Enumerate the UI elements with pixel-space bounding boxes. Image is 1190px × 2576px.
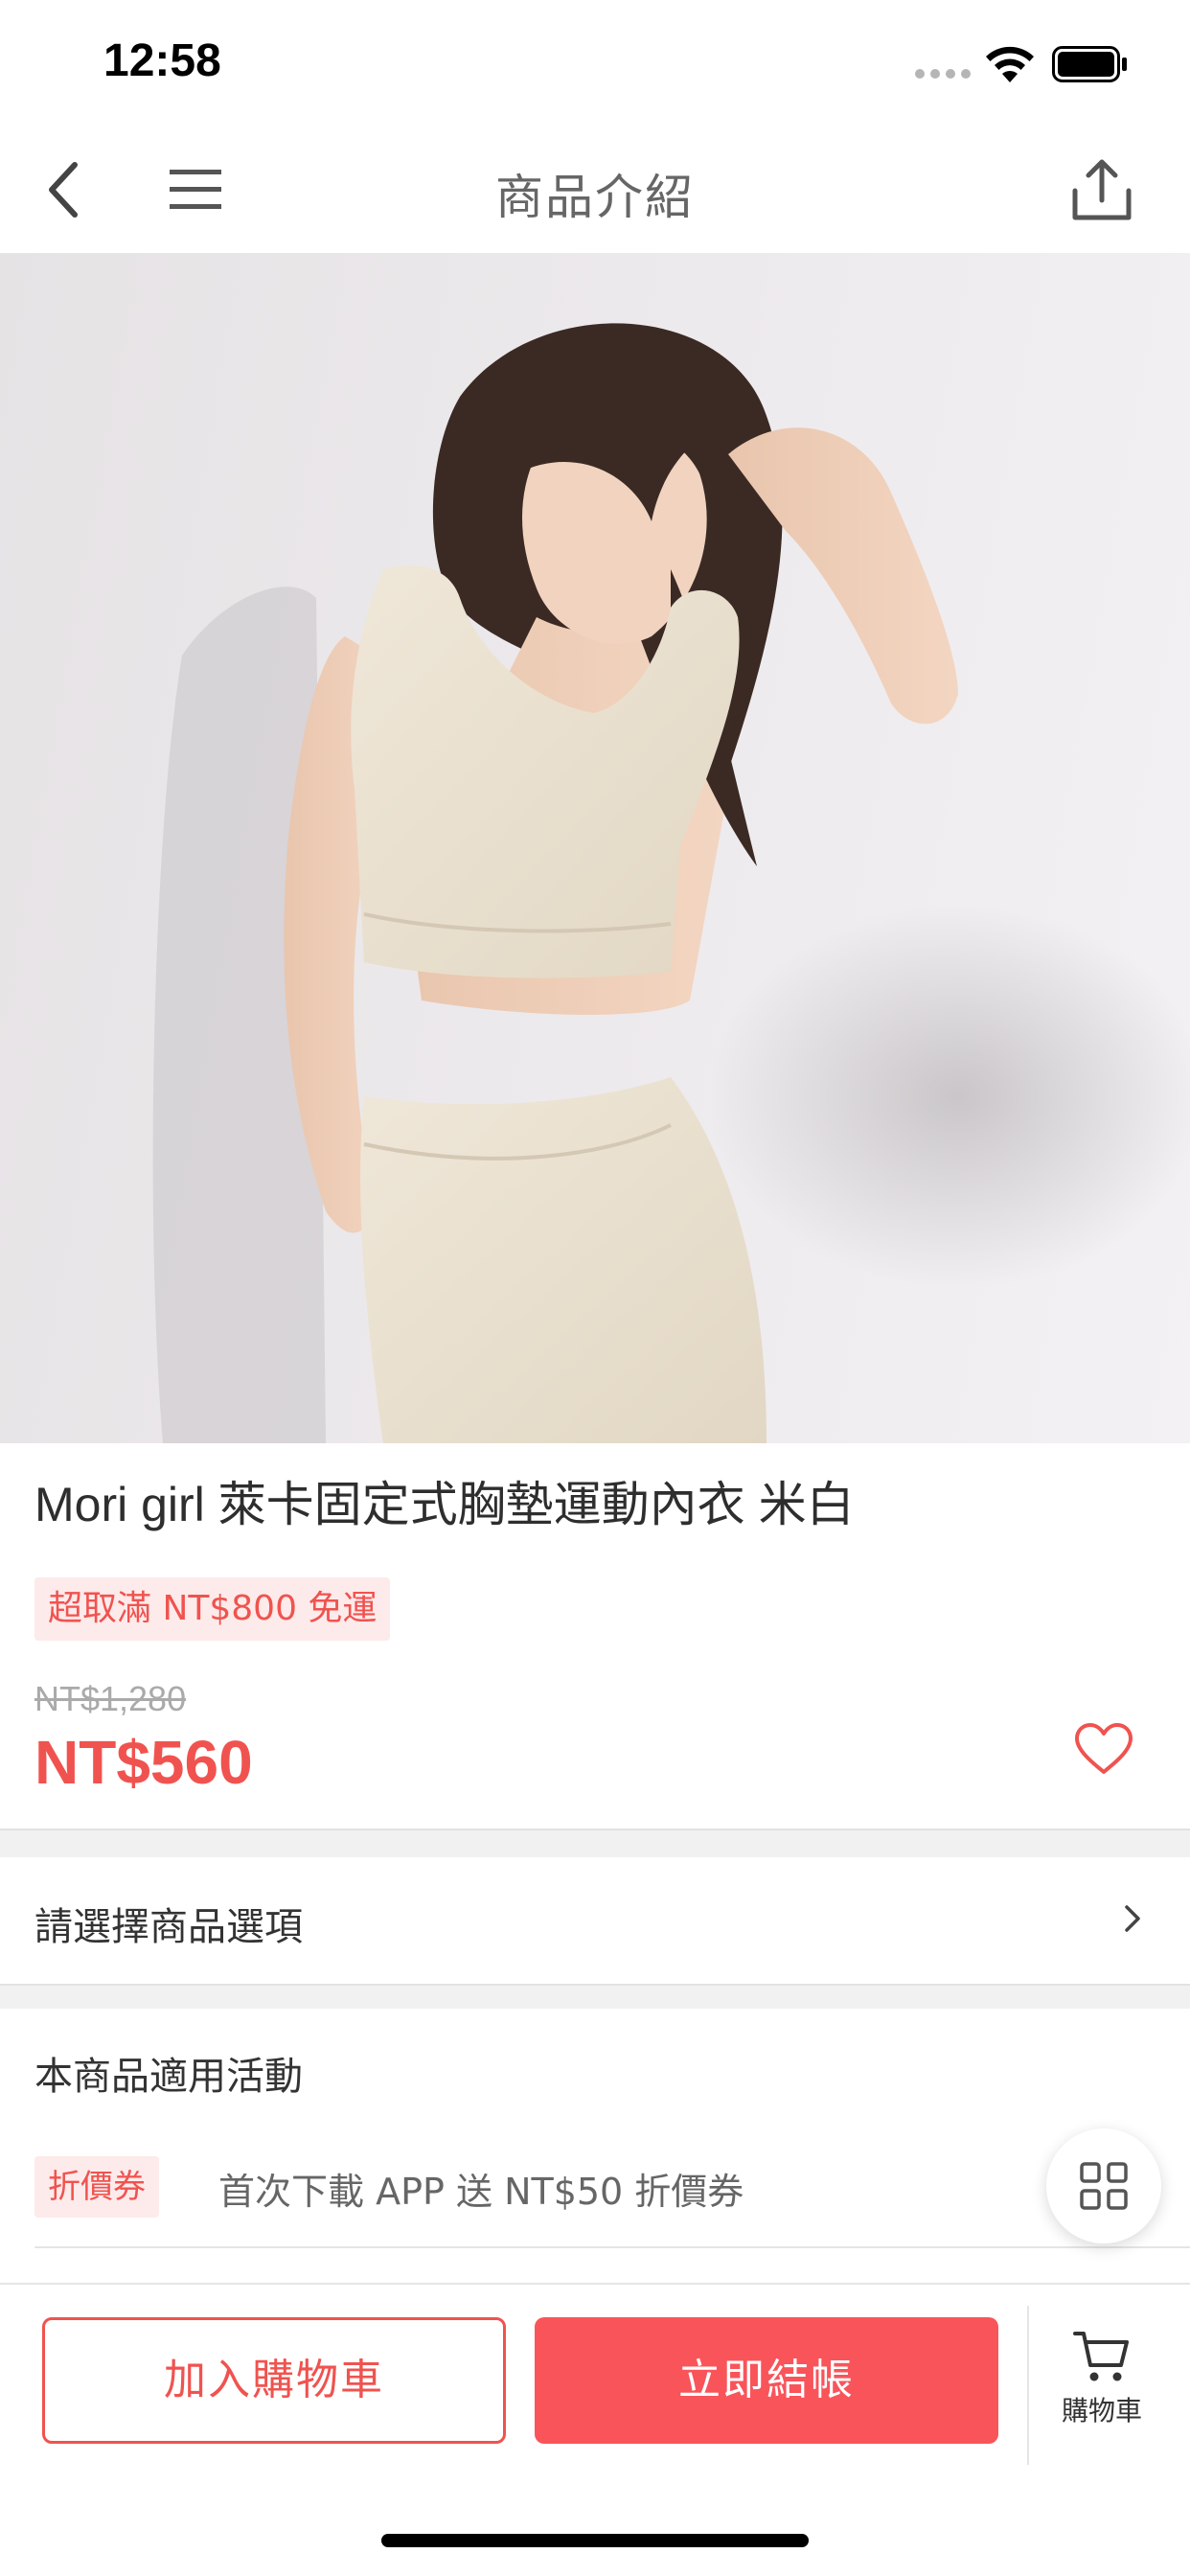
divider: [1027, 2306, 1029, 2465]
section-gap: [0, 1830, 1190, 1857]
chevron-right-icon: [1111, 1898, 1154, 1940]
nav-bar: 商品介紹: [0, 126, 1190, 253]
wishlist-button[interactable]: [1069, 1717, 1138, 1781]
cart-label: 購物車: [1061, 2395, 1142, 2426]
product-page: 12:58 商品介紹 Mori girl 萊卡固定式胸墊運動內衣 米白 超取滿 …: [0, 0, 1190, 2576]
options-label: 請選擇商品選項: [34, 1905, 303, 1949]
bottom-action-bar: 加入購物車 立即結帳 購物車: [0, 2283, 1190, 2576]
status-bar: 12:58: [0, 0, 1190, 126]
product-photo: [152, 323, 1190, 1443]
shipping-badge: 超取滿 NT$800 免運: [34, 1577, 391, 1641]
product-options-row[interactable]: 請選擇商品選項: [0, 1857, 1190, 1984]
coupon-promo-text[interactable]: 首次下載 APP 送 NT$50 折價券: [218, 2162, 744, 2215]
grid-icon: [1080, 2162, 1128, 2210]
cart-button[interactable]: 購物車: [1044, 2329, 1159, 2453]
divider: [34, 2246, 1190, 2248]
original-price: NT$1,280: [34, 1679, 187, 1718]
signal-icon: [915, 69, 971, 79]
wifi-icon: [986, 46, 1034, 82]
sale-price: NT$560: [34, 1728, 253, 1797]
add-to-cart-button[interactable]: 加入購物車: [42, 2317, 506, 2444]
share-button[interactable]: [1065, 151, 1138, 228]
page-title: 商品介紹: [495, 170, 695, 225]
coupon-tag: 折價券: [34, 2156, 159, 2218]
share-icon: [1072, 159, 1132, 220]
home-indicator[interactable]: [381, 2534, 809, 2547]
product-image[interactable]: [0, 253, 1190, 1443]
checkout-button[interactable]: 立即結帳: [535, 2317, 998, 2444]
promotions-title: 本商品適用活動: [34, 2055, 303, 2099]
status-time: 12:58: [103, 35, 221, 86]
section-gap: [0, 1986, 1190, 2009]
cart-icon: [1073, 2332, 1129, 2381]
grid-menu-button[interactable]: [1046, 2128, 1161, 2243]
battery-icon: [1052, 46, 1127, 82]
product-title: Mori girl 萊卡固定式胸墊運動內衣 米白: [34, 1478, 855, 1531]
heart-icon: [1075, 1723, 1133, 1774]
